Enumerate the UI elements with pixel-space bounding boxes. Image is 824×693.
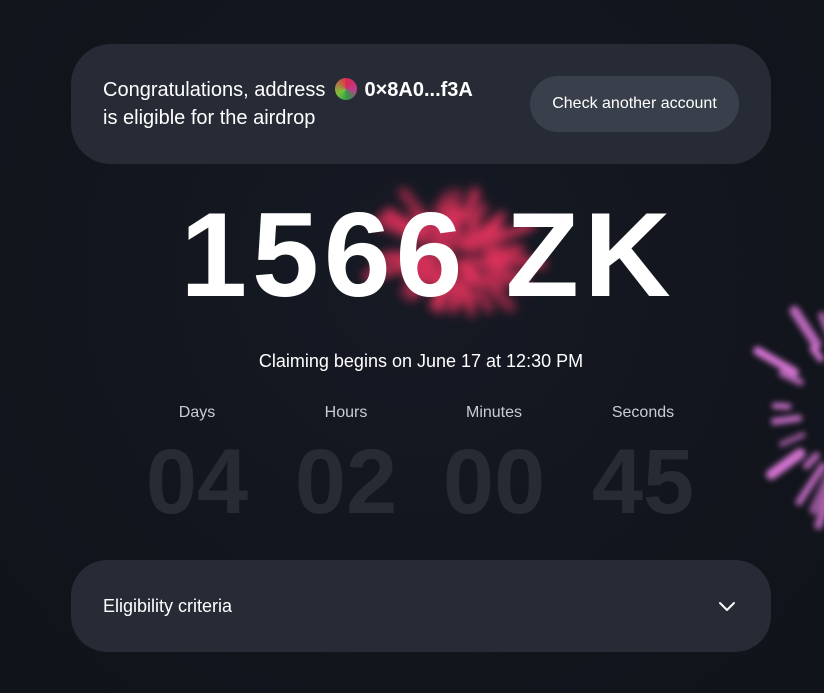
- firework-spark: [770, 414, 803, 426]
- countdown-value-days: 04: [145, 431, 249, 533]
- countdown-label-minutes: Minutes: [465, 404, 523, 421]
- countdown-label-days: Days: [178, 404, 216, 421]
- firework-spark: [809, 476, 824, 515]
- eligibility-message: Congratulations, address 0×8A0...f3A is …: [103, 76, 513, 132]
- claim-start-text: Claiming begins on June 17 at 12:30 PM: [258, 351, 584, 371]
- firework-spark: [766, 448, 806, 480]
- firework-spark: [778, 431, 806, 448]
- eligibility-criteria-label: Eligibility criteria: [103, 596, 233, 616]
- firework-spark: [802, 452, 820, 470]
- countdown-label-hours: Hours: [324, 404, 368, 421]
- congrats-text: Congratulations, address: [103, 79, 326, 101]
- eligibility-criteria-accordion[interactable]: Eligibility criteria: [71, 560, 771, 652]
- eligibility-line-1: Congratulations, address 0×8A0...f3A: [103, 76, 513, 104]
- firework-spark: [814, 497, 824, 530]
- check-another-account-button[interactable]: Check another account: [530, 76, 739, 132]
- chevron-down-icon[interactable]: [717, 596, 737, 616]
- eligibility-banner: Congratulations, address 0×8A0...f3A is …: [71, 44, 771, 164]
- wallet-address: 0×8A0...f3A: [364, 79, 473, 101]
- airdrop-amount: 1566 ZK: [180, 188, 676, 322]
- address-avatar: [334, 78, 357, 100]
- airdrop-page: Congratulations, address 0×8A0...f3A is …: [0, 0, 824, 693]
- countdown-value-seconds: 45: [591, 431, 695, 533]
- firework-spark: [795, 462, 824, 506]
- countdown-label-seconds: Seconds: [611, 404, 675, 421]
- countdown-value-minutes: 00: [442, 431, 546, 533]
- countdown-value-hours: 02: [294, 431, 398, 533]
- firework-spark: [778, 369, 804, 386]
- eligibility-line-2: is eligible for the airdrop: [103, 107, 316, 129]
- firework-spark: [771, 402, 792, 410]
